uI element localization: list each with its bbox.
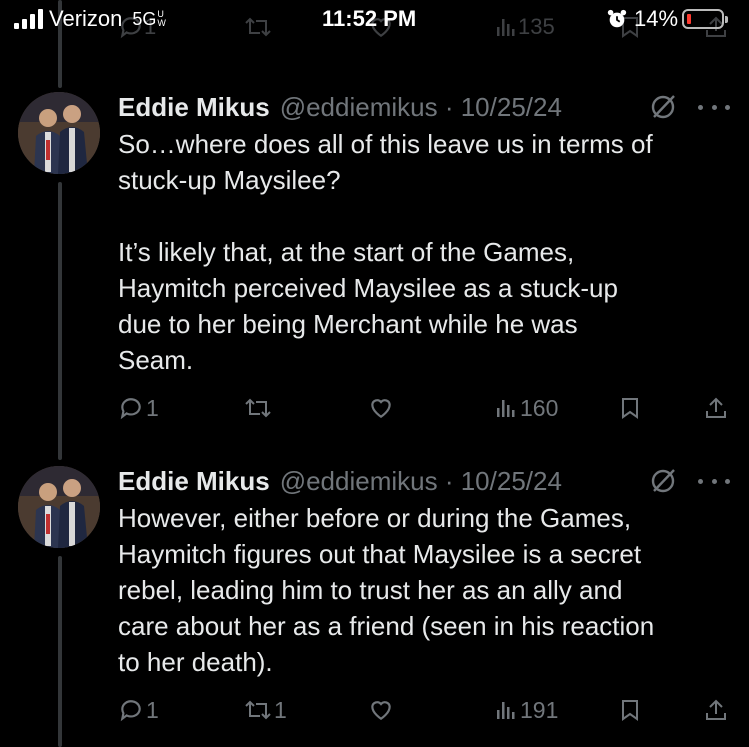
tweet-header: Eddie Mikus @eddiemikus · 10/25/24 (118, 464, 562, 498)
reply-count: 1 (146, 696, 159, 723)
author-handle-date[interactable]: @eddiemikus · 10/25/24 (280, 466, 562, 497)
battery-percent: 14% (634, 6, 679, 31)
network-label: 5G UW (132, 8, 166, 29)
reply-button[interactable]: 1 (118, 693, 159, 727)
like-icon (371, 701, 391, 720)
reply-icon (120, 398, 141, 420)
battery-icon (682, 9, 729, 29)
avatar[interactable] (18, 92, 100, 174)
views-count: 160 (520, 394, 559, 421)
bookmark-button[interactable] (618, 391, 642, 425)
views-button[interactable]: 160 (494, 391, 558, 425)
share-button[interactable] (704, 693, 728, 727)
retweet-button[interactable]: 1 (244, 693, 287, 727)
more-icon[interactable] (698, 466, 730, 496)
signal-icon (14, 9, 43, 29)
retweet-icon (245, 700, 271, 720)
tweet-header: Eddie Mikus @eddiemikus · 10/25/24 (118, 90, 562, 124)
share-icon (706, 699, 726, 720)
views-icon (497, 702, 515, 719)
like-icon (371, 399, 391, 418)
share-button[interactable] (704, 391, 728, 425)
share-icon (706, 397, 726, 418)
reply-button[interactable]: 1 (118, 391, 159, 425)
status-bar: Verizon 5G UW 11:52 PM 14% (0, 0, 749, 40)
tweet-text: However, either before or during the Gam… (118, 503, 655, 677)
grok-icon[interactable] (648, 92, 678, 122)
author-handle-date[interactable]: @eddiemikus · 10/25/24 (280, 92, 562, 123)
avatar[interactable] (18, 466, 100, 548)
like-button[interactable] (368, 391, 396, 425)
retweet-count: 1 (274, 696, 287, 723)
clock: 11:52 PM (322, 6, 417, 31)
like-button[interactable] (368, 693, 396, 727)
views-icon (497, 400, 515, 417)
carrier-label: Verizon (49, 6, 123, 31)
reply-icon (120, 700, 141, 722)
alarm-icon (607, 9, 627, 28)
views-button[interactable]: 191 (494, 693, 558, 727)
author-name[interactable]: Eddie Mikus (118, 466, 270, 497)
bookmark-icon (622, 398, 638, 419)
tweet-text: So…where does all of this leave us in te… (118, 129, 653, 375)
tweet-actions: 1 160 (0, 391, 749, 425)
bookmark-button[interactable] (618, 693, 642, 727)
retweet-icon (245, 398, 271, 418)
grok-icon[interactable] (648, 466, 678, 496)
author-name[interactable]: Eddie Mikus (118, 92, 270, 123)
bookmark-icon (622, 700, 638, 721)
retweet-button[interactable] (244, 391, 274, 425)
reply-count: 1 (146, 394, 159, 421)
views-count: 191 (520, 696, 559, 723)
tweet-actions: 1 1 191 (0, 693, 749, 727)
more-icon[interactable] (698, 92, 730, 122)
